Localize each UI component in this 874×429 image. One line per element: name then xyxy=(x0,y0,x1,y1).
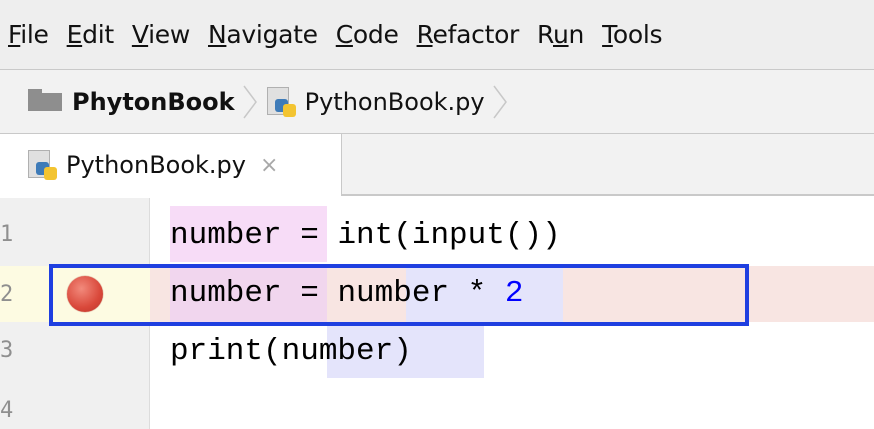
close-tab-icon[interactable]: × xyxy=(260,153,278,178)
breadcrumb-separator-icon xyxy=(493,85,507,118)
highlight-callout-box xyxy=(49,264,749,326)
menu-edit[interactable]: Edit xyxy=(59,0,124,70)
menu-bar: File Edit View Navigate Code Refactor Ru… xyxy=(0,0,874,70)
line-number: 1 xyxy=(0,222,14,247)
python-file-icon xyxy=(28,150,58,180)
menu-tools[interactable]: Tools xyxy=(594,0,672,70)
code-token: print( xyxy=(170,334,282,369)
tab-pythonbook-py[interactable]: PythonBook.py × xyxy=(0,134,342,196)
breadcrumb-file[interactable]: PythonBook.py xyxy=(305,88,485,116)
code-token: number xyxy=(281,334,394,369)
menu-navigate[interactable]: Navigate xyxy=(200,0,328,70)
code-editor[interactable]: 1 2 3 4 number = int(input()) number = n… xyxy=(0,198,874,429)
line-number: 3 xyxy=(0,338,14,363)
menu-view[interactable]: View xyxy=(124,0,200,70)
line-number: 4 xyxy=(0,398,14,423)
code-line[interactable]: number = int(input()) xyxy=(170,218,561,253)
python-file-icon xyxy=(266,86,297,117)
code-token: = xyxy=(281,218,338,253)
tab-label: PythonBook.py xyxy=(66,151,246,179)
editor-tab-bar: PythonBook.py × xyxy=(0,134,874,196)
navigation-bar: PhytonBook PythonBook.py xyxy=(0,70,874,134)
breadcrumb-separator-icon xyxy=(243,85,257,118)
code-token: ) xyxy=(393,334,412,369)
code-line[interactable]: print(number) xyxy=(170,334,412,369)
line-number: 2 xyxy=(0,282,14,307)
menu-file[interactable]: File xyxy=(0,0,59,70)
breadcrumb-project[interactable]: PhytonBook xyxy=(72,88,235,116)
menu-run[interactable]: Run xyxy=(529,0,594,70)
folder-icon xyxy=(28,88,62,111)
code-token: number xyxy=(170,218,282,253)
menu-refactor[interactable]: Refactor xyxy=(409,0,529,70)
menu-code[interactable]: Code xyxy=(328,0,409,70)
code-token: int(input()) xyxy=(337,218,561,253)
